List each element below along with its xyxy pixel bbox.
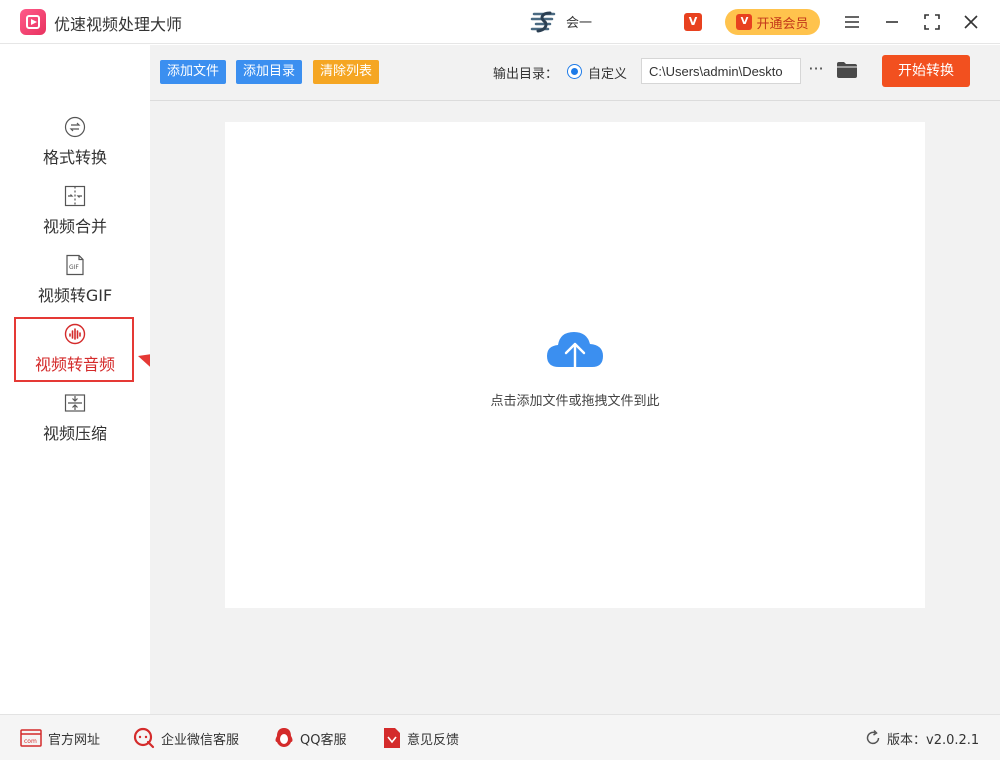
sidebar-item-video-to-gif[interactable]: GIF 视频转GIF (0, 254, 150, 320)
qq-icon (275, 728, 293, 747)
main-area: 添加文件 添加目录 清除列表 输出目录： 自定义 ··· 开始转换 点击添加文件… (150, 45, 1000, 714)
user-name: 会一 (566, 16, 593, 31)
sidebar-item-label: 视频转GIF (37, 286, 113, 305)
refresh-icon[interactable] (865, 730, 881, 746)
compress-icon (64, 392, 86, 414)
version-label: 版本：v2.0.2.1 (887, 732, 980, 748)
vip-icon: V (736, 14, 753, 30)
svg-text:com: com (24, 738, 37, 745)
feedback-link[interactable]: 意见反馈 (383, 727, 459, 749)
minimize-icon[interactable] (880, 10, 904, 34)
close-icon[interactable] (959, 10, 983, 34)
sidebar-item-format-convert[interactable]: 格式转换 (0, 116, 150, 182)
title-bar: 优速视频处理大师 会一 V V 开通会员 (0, 0, 1000, 44)
footer: com 官方网址 企业微信客服 QQ客服 意见反馈 版本：v2.0.2.1 (0, 714, 1000, 760)
sidebar-item-video-merge[interactable]: 视频合并 (0, 185, 150, 251)
open-membership-button[interactable]: V 开通会员 (725, 9, 820, 35)
sidebar-item-label: 视频合并 (42, 217, 107, 236)
file-drop-zone[interactable]: 点击添加文件或拖拽文件到此 (225, 122, 925, 608)
app-logo-icon (20, 9, 46, 35)
app-title: 优速视频处理大师 (54, 15, 183, 34)
cloud-upload-icon (547, 332, 603, 376)
gif-icon: GIF (64, 254, 86, 276)
official-website-link[interactable]: com 官方网址 (20, 727, 100, 749)
footer-link-label: 官方网址 (48, 732, 101, 748)
website-icon: com (20, 729, 42, 747)
toolbar: 添加文件 添加目录 清除列表 输出目录： 自定义 ··· 开始转换 (150, 45, 1000, 101)
footer-link-label: QQ客服 (300, 732, 347, 748)
start-convert-button[interactable]: 开始转换 (882, 55, 970, 87)
wechat-support-link[interactable]: 企业微信客服 (133, 727, 239, 749)
vip-status-icon: V (684, 13, 702, 31)
user-avatar-icon (530, 11, 556, 33)
wechat-icon (133, 727, 155, 749)
svg-text:GIF: GIF (69, 264, 79, 271)
custom-output-radio-label[interactable]: 自定义 (588, 63, 627, 82)
output-path-input[interactable] (641, 58, 801, 84)
drop-hint-text: 点击添加文件或拖拽文件到此 (490, 394, 660, 409)
annotation-highlight-box (14, 317, 134, 382)
maximize-icon[interactable] (920, 10, 944, 34)
footer-link-label: 企业微信客服 (161, 732, 240, 748)
qq-support-link[interactable]: QQ客服 (274, 727, 346, 749)
open-folder-icon[interactable] (836, 61, 858, 81)
format-convert-icon (64, 116, 86, 138)
add-directory-button[interactable]: 添加目录 (236, 60, 303, 84)
video-merge-icon (64, 185, 86, 207)
browse-more-button[interactable]: ··· (806, 59, 826, 83)
version-info: 版本：v2.0.2.1 (865, 727, 979, 749)
custom-output-radio[interactable] (567, 64, 582, 79)
sidebar-item-label: 视频压缩 (42, 424, 107, 443)
footer-link-label: 意见反馈 (407, 732, 460, 748)
sidebar-item-label: 格式转换 (42, 148, 107, 167)
add-file-button[interactable]: 添加文件 (160, 60, 227, 84)
menu-icon[interactable] (840, 10, 864, 34)
feedback-icon (384, 728, 400, 748)
clear-list-button[interactable]: 清除列表 (313, 60, 380, 84)
open-membership-label: 开通会员 (756, 16, 809, 32)
output-directory-label: 输出目录： (493, 67, 559, 82)
sidebar-item-video-compress[interactable]: 视频压缩 (0, 392, 150, 458)
